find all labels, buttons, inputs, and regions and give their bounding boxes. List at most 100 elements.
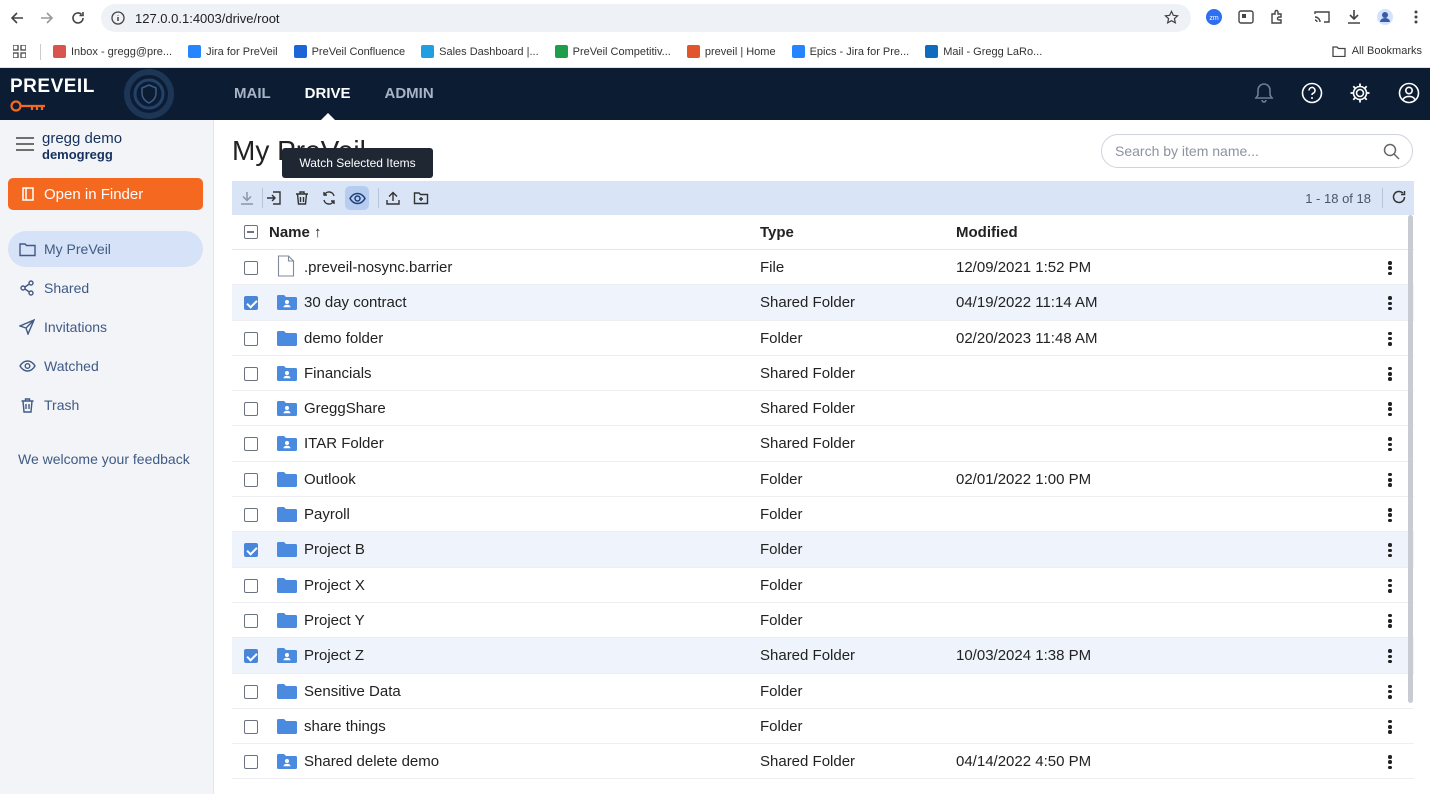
delete-button[interactable] (290, 186, 314, 210)
sidebar-item-shared[interactable]: Shared (8, 270, 203, 306)
row-checkbox[interactable] (244, 261, 258, 275)
table-row[interactable]: Project Z Shared Folder 10/03/2024 1:38 PM (232, 638, 1414, 674)
sidebar-item-trash[interactable]: Trash (8, 387, 203, 423)
more-options-icon[interactable] (1384, 612, 1396, 630)
row-checkbox[interactable] (244, 578, 258, 593)
row-checkbox[interactable] (244, 472, 258, 487)
refresh-icon[interactable] (1391, 189, 1407, 205)
item-name[interactable]: Shared delete demo (304, 753, 439, 770)
item-name[interactable]: 30 day contract (304, 294, 407, 311)
table-row[interactable]: Shared delete demo Shared Folder 04/14/202… (232, 744, 1414, 780)
profile-icon[interactable] (1377, 9, 1393, 25)
nav-tab-mail[interactable]: MAIL (234, 68, 271, 120)
site-info-icon[interactable] (111, 11, 125, 25)
table-row[interactable]: Project B Folder (232, 532, 1414, 568)
sidebar-item-invitations[interactable]: Invitations (8, 309, 203, 345)
more-options-icon[interactable] (1384, 577, 1396, 595)
more-options-icon[interactable] (1384, 294, 1396, 312)
move-button[interactable] (262, 186, 286, 210)
more-options-icon[interactable] (1384, 330, 1396, 348)
item-name[interactable]: Project B (304, 541, 365, 558)
row-checkbox[interactable] (244, 437, 258, 452)
table-row[interactable]: GreggShare Shared Folder (232, 391, 1414, 427)
table-row[interactable]: Financials Shared Folder (232, 356, 1414, 392)
more-options-icon[interactable] (1384, 718, 1396, 736)
table-row[interactable]: Outlook Folder 02/01/2022 1:00 PM (232, 462, 1414, 498)
column-header-modified[interactable]: Modified (956, 224, 1018, 241)
search-icon[interactable] (1383, 143, 1400, 160)
item-name[interactable]: GreggShare (304, 400, 386, 417)
bookmark-item[interactable]: PreVeil Confluence (293, 45, 405, 58)
bookmark-item[interactable]: Jira for PreVeil (188, 45, 278, 58)
more-options-icon[interactable] (1384, 435, 1396, 453)
item-name[interactable]: Payroll (304, 506, 350, 523)
column-header-type[interactable]: Type (760, 224, 794, 241)
scrollbar[interactable] (1408, 215, 1413, 703)
download-icon[interactable] (1346, 9, 1362, 25)
back-icon[interactable] (2, 3, 32, 33)
select-all-checkbox[interactable] (244, 225, 258, 239)
sync-button[interactable] (317, 186, 341, 210)
item-name[interactable]: Project X (304, 577, 365, 594)
bookmark-item[interactable]: Mail - Gregg LaRo... (925, 45, 1042, 58)
item-name[interactable]: Project Y (304, 612, 365, 629)
nav-tab-admin[interactable]: ADMIN (385, 68, 434, 120)
browser-menu-icon[interactable] (1408, 9, 1424, 25)
bookmark-item[interactable]: preveil | Home (686, 45, 776, 58)
row-checkbox[interactable] (244, 613, 258, 628)
column-header-name[interactable]: Name ↑ (269, 224, 322, 241)
all-bookmarks[interactable]: All Bookmarks (1332, 45, 1422, 57)
hamburger-menu-icon[interactable] (16, 136, 34, 152)
row-checkbox[interactable] (244, 755, 258, 770)
sidebar-item-my-preveil[interactable]: My PreVeil (8, 231, 203, 267)
extension-icon[interactable] (1238, 9, 1254, 25)
item-name[interactable]: ITAR Folder (304, 435, 384, 452)
puzzle-icon[interactable] (1269, 9, 1285, 25)
address-bar[interactable]: 127.0.0.1:4003/drive/root (101, 4, 1191, 32)
more-options-icon[interactable] (1384, 753, 1396, 771)
more-options-icon[interactable] (1384, 647, 1396, 665)
bookmark-star-icon[interactable] (1164, 10, 1179, 25)
help-icon[interactable] (1301, 82, 1323, 104)
row-checkbox[interactable] (244, 402, 258, 417)
row-checkbox[interactable] (244, 719, 258, 734)
new-folder-button[interactable] (409, 186, 433, 210)
item-name[interactable]: Outlook (304, 471, 356, 488)
more-options-icon[interactable] (1384, 541, 1396, 559)
more-options-icon[interactable] (1384, 365, 1396, 383)
zoom-extension-icon[interactable]: zm (1206, 9, 1222, 25)
item-name[interactable]: share things (304, 718, 386, 735)
cast-icon[interactable] (1314, 9, 1331, 25)
nav-tab-drive[interactable]: DRIVE (305, 68, 351, 120)
forward-icon[interactable] (32, 3, 62, 33)
bookmark-item[interactable]: Epics - Jira for Pre... (791, 45, 909, 58)
row-checkbox[interactable] (244, 543, 258, 558)
table-row[interactable]: Sensitive Data Folder (232, 674, 1414, 709)
row-checkbox[interactable] (244, 508, 258, 523)
bell-icon[interactable] (1254, 82, 1274, 104)
item-name[interactable]: .preveil-nosync.barrier (304, 259, 452, 276)
table-row[interactable]: ITAR Folder Shared Folder (232, 426, 1414, 462)
row-checkbox[interactable] (244, 366, 258, 381)
table-row[interactable]: Project Y Folder (232, 603, 1414, 639)
more-options-icon[interactable] (1384, 471, 1396, 489)
apps-grid-icon[interactable] (13, 45, 26, 58)
more-options-icon[interactable] (1384, 683, 1396, 701)
more-options-icon[interactable] (1384, 400, 1396, 418)
item-name[interactable]: Sensitive Data (304, 683, 401, 700)
feedback-link[interactable]: We welcome your feedback (18, 451, 190, 467)
open-in-finder-button[interactable]: Open in Finder (8, 178, 203, 210)
upload-button[interactable] (381, 186, 405, 210)
table-row[interactable]: .preveil-nosync.barrier File 12/09/2021 1:… (232, 250, 1414, 286)
table-row[interactable]: 30 day contract Shared Folder 04/19/2022 1… (232, 285, 1414, 321)
bookmark-item[interactable]: Sales Dashboard |... (421, 45, 539, 58)
row-checkbox[interactable] (244, 684, 258, 699)
bookmark-item[interactable]: Inbox - gregg@pre... (53, 45, 172, 58)
table-row[interactable]: share things Folder (232, 709, 1414, 745)
row-checkbox[interactable] (244, 649, 258, 664)
row-checkbox[interactable] (244, 331, 258, 346)
watch-button[interactable] (345, 186, 369, 210)
gear-icon[interactable] (1349, 82, 1371, 104)
row-checkbox[interactable] (244, 296, 258, 311)
more-options-icon[interactable] (1384, 506, 1396, 524)
